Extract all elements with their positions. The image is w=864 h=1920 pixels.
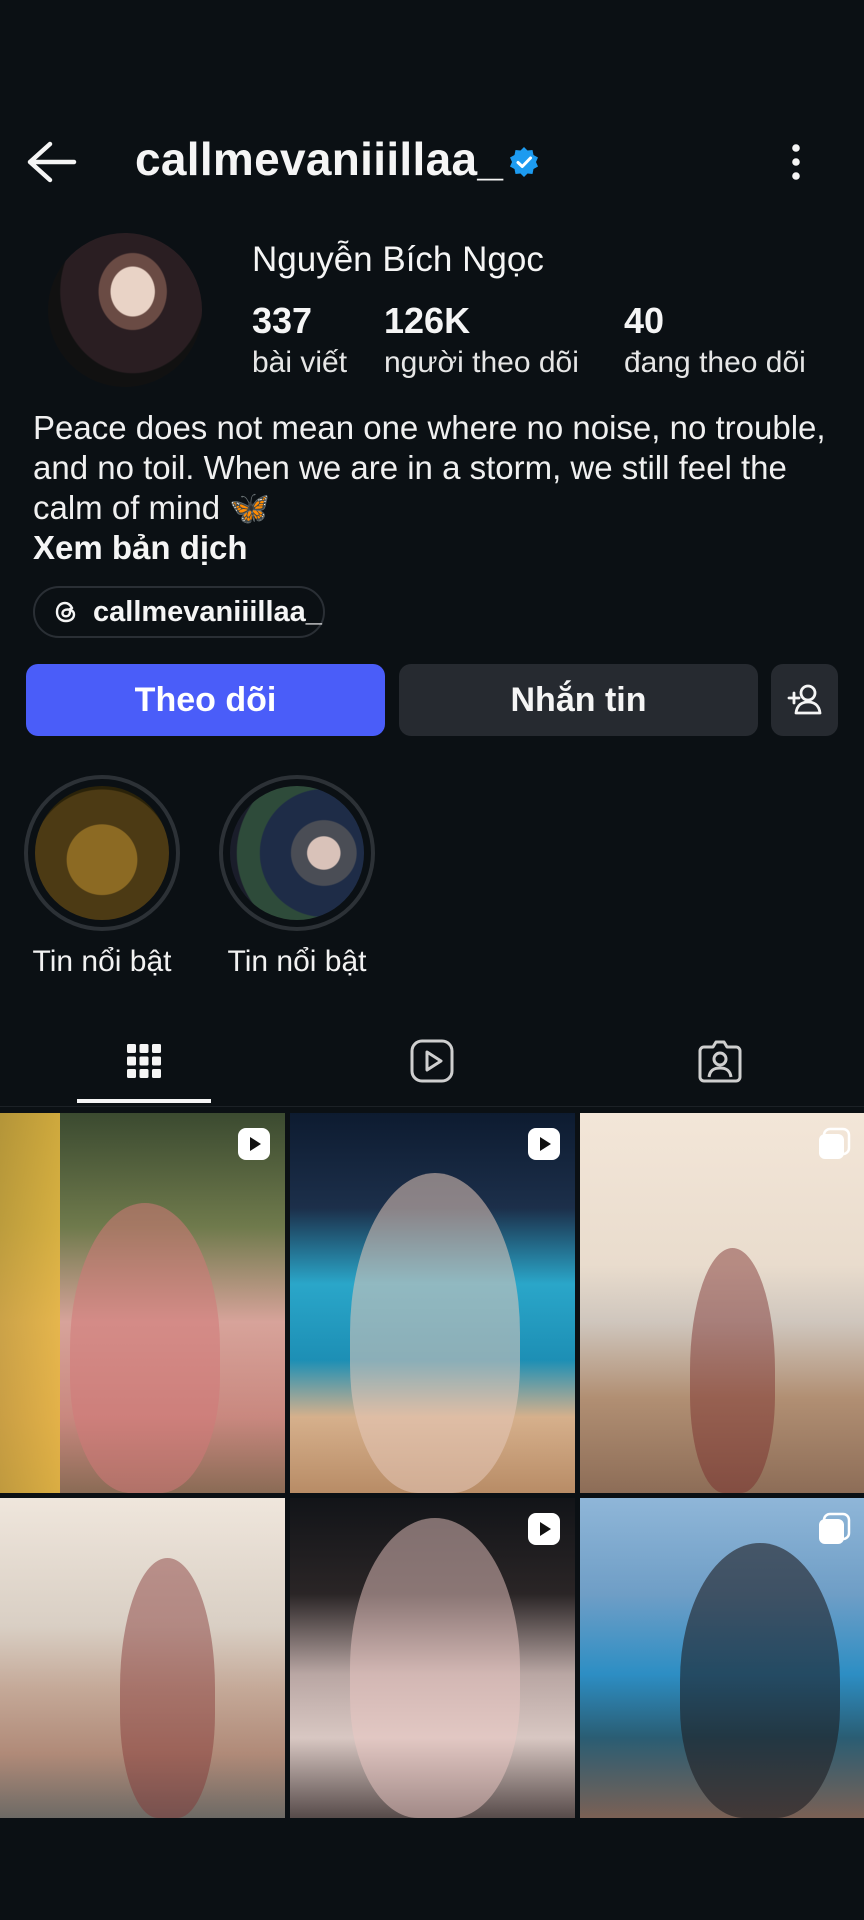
grid-post[interactable] <box>580 1498 864 1818</box>
grid-post[interactable] <box>0 1498 285 1818</box>
grid-icon <box>127 1044 161 1078</box>
tagged-icon <box>698 1040 742 1083</box>
highlight-label: Tin nổi bật <box>32 945 172 978</box>
post-thumbnail-figure <box>690 1248 775 1493</box>
profile-tabs <box>0 1015 864 1107</box>
following-label: đang theo dõi <box>624 346 806 379</box>
arrow-left-icon <box>27 141 77 183</box>
followers-count: 126K <box>384 300 471 341</box>
followers-label: người theo dõi <box>384 346 579 379</box>
reel-badge-icon <box>528 1128 560 1160</box>
more-vertical-icon <box>792 144 800 180</box>
tab-tagged[interactable] <box>576 1015 864 1107</box>
verified-badge-icon <box>510 147 538 177</box>
follow-button[interactable]: Theo dõi <box>26 664 385 736</box>
post-thumbnail-figure <box>350 1518 520 1818</box>
highlight-ring <box>219 775 375 931</box>
more-options-button[interactable] <box>780 140 812 184</box>
story-highlight[interactable]: Tin nổi bật <box>22 775 182 979</box>
threads-icon <box>55 601 76 623</box>
profile-header: callmevaniiillaa_ <box>0 130 864 194</box>
post-thumbnail-figure <box>70 1203 220 1493</box>
highlight-cover <box>35 786 169 920</box>
back-button[interactable] <box>24 138 80 186</box>
post-thumbnail-figure <box>120 1558 215 1818</box>
message-button[interactable]: Nhắn tin <box>399 664 758 736</box>
posts-count: 337 <box>252 300 313 341</box>
tab-posts-grid[interactable] <box>0 1015 288 1107</box>
threads-link-chip[interactable]: callmevaniiillaa_ <box>33 586 325 638</box>
highlight-label: Tin nổi bật <box>227 945 367 978</box>
see-translation-link[interactable]: Xem bản dịch <box>33 529 248 567</box>
highlight-cover <box>230 786 364 920</box>
carousel-badge-icon <box>819 1127 851 1159</box>
suggested-users-button[interactable] <box>771 664 838 736</box>
grid-post[interactable] <box>0 1113 285 1493</box>
add-user-icon <box>787 684 821 715</box>
post-thumbnail-figure <box>680 1543 840 1818</box>
tab-reels[interactable] <box>288 1015 576 1107</box>
following-count: 40 <box>624 300 665 341</box>
story-highlight[interactable]: Tin nổi bật <box>217 775 377 979</box>
reel-badge-icon <box>238 1128 270 1160</box>
reels-icon <box>410 1039 454 1083</box>
posts-label: bài viết <box>252 346 348 379</box>
threads-handle: callmevaniiillaa_ <box>93 595 322 628</box>
username-title: callmevaniiillaa_ <box>135 133 504 185</box>
highlight-ring <box>24 775 180 931</box>
profile-page: callmevaniiillaa_ Nguyễn Bích Ngọc 337 b… <box>0 0 864 1920</box>
stat-following[interactable]: 40 đang theo dõi <box>624 300 806 380</box>
grid-post[interactable] <box>580 1113 864 1493</box>
reel-badge-icon <box>528 1513 560 1545</box>
stat-followers[interactable]: 126K người theo dõi <box>384 300 579 380</box>
display-name: Nguyễn Bích Ngọc <box>252 240 544 279</box>
carousel-badge-icon <box>819 1512 851 1544</box>
grid-post[interactable] <box>290 1498 575 1818</box>
active-tab-indicator <box>77 1099 211 1103</box>
post-thumbnail-figure <box>350 1173 520 1493</box>
grid-post[interactable] <box>290 1113 575 1493</box>
profile-avatar[interactable] <box>48 233 202 387</box>
stat-posts[interactable]: 337 bài viết <box>252 300 347 380</box>
profile-bio: Peace does not mean one where no noise, … <box>33 409 826 526</box>
